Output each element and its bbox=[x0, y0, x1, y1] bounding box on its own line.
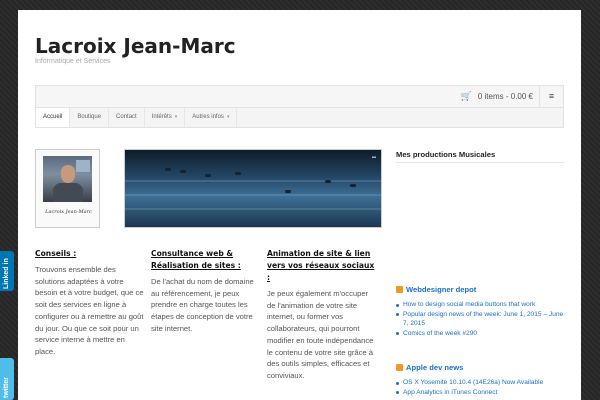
cart-bar: 🛒 0 items - 0.00 € ≡ bbox=[35, 85, 564, 107]
page-container: Lacroix Jean-Marc Informatique et Servic… bbox=[18, 10, 581, 400]
feed-link[interactable]: App Analytics in iTunes Connect bbox=[396, 388, 564, 398]
avatar-signature: Lacroix Jean-Marc bbox=[45, 209, 92, 215]
rss-button[interactable]: ≡ bbox=[539, 86, 563, 107]
column-conseils: Conseils : Trouvons ensemble des solutio… bbox=[35, 248, 145, 358]
site-description: Informatique et Services bbox=[35, 58, 111, 65]
feed-link[interactable]: Comics of the week #290 bbox=[396, 329, 564, 339]
nav-item-autres-infos[interactable]: Autres infos ▾ bbox=[185, 108, 238, 127]
column-animation: Animation de site & lien vers vos réseau… bbox=[267, 248, 377, 382]
rss-icon bbox=[396, 286, 403, 293]
nav-item-contact[interactable]: Contact bbox=[109, 108, 145, 127]
nav-item-boutique[interactable]: Boutique bbox=[70, 108, 110, 127]
chevron-down-icon: ▾ bbox=[174, 114, 178, 120]
column-text: De l'achat du nom de domaine au référenc… bbox=[151, 277, 254, 333]
rss-icon bbox=[396, 364, 403, 371]
feed-link[interactable]: Popular design news of the week: June 1,… bbox=[396, 310, 564, 329]
column-consultance: Consultance web & Réalisation de sites :… bbox=[151, 248, 261, 335]
slideshow-control-icon[interactable]: ▪▪ bbox=[372, 155, 376, 161]
banner-slideshow[interactable]: ▪▪ bbox=[124, 149, 382, 228]
feed-list: OS X Yosemite 10.10.4 (14E26a) Now Avail… bbox=[396, 378, 564, 397]
main-nav: Accueil Boutique Contact Intérêts ▾ Autre… bbox=[35, 107, 564, 128]
sidebar-divider bbox=[396, 162, 564, 163]
sidebar-heading: Mes productions Musicales bbox=[396, 150, 496, 159]
feed-heading-apple[interactable]: Apple dev news bbox=[396, 363, 463, 372]
column-title[interactable]: Consultance web & Réalisation de sites : bbox=[151, 248, 261, 272]
chevron-down-icon: ▾ bbox=[226, 114, 230, 120]
feed-heading-webdesigner[interactable]: Webdesigner depot bbox=[396, 285, 476, 294]
feed-list: How to design social media buttons that … bbox=[396, 300, 564, 338]
cart-label: 0 items - 0.00 € bbox=[477, 92, 533, 101]
rss-icon: ≡ bbox=[548, 91, 555, 101]
cart-link[interactable]: 🛒 0 items - 0.00 € bbox=[461, 91, 533, 102]
column-text: Je peux également m'occuper de l'animati… bbox=[267, 289, 374, 380]
site-title[interactable]: Lacroix Jean-Marc bbox=[35, 34, 236, 58]
column-title[interactable]: Animation de site & lien vers vos réseau… bbox=[267, 248, 377, 284]
feed-link[interactable]: OS X Yosemite 10.10.4 (14E26a) Now Avail… bbox=[396, 378, 564, 388]
column-title[interactable]: Conseils : bbox=[35, 248, 145, 260]
column-text: Trouvons ensemble des solutions adaptées… bbox=[35, 265, 144, 356]
avatar: Lacroix Jean-Marc bbox=[35, 149, 100, 228]
cart-icon: 🛒 bbox=[460, 91, 472, 101]
nav-item-interets[interactable]: Intérêts ▾ bbox=[145, 108, 186, 127]
avatar-photo bbox=[43, 156, 92, 202]
feed-link[interactable]: How to design social media buttons that … bbox=[396, 300, 564, 310]
linkedin-tab[interactable]: Linked in bbox=[0, 251, 14, 291]
twitter-tab[interactable]: twitter bbox=[0, 358, 14, 400]
nav-item-accueil[interactable]: Accueil bbox=[36, 108, 71, 127]
